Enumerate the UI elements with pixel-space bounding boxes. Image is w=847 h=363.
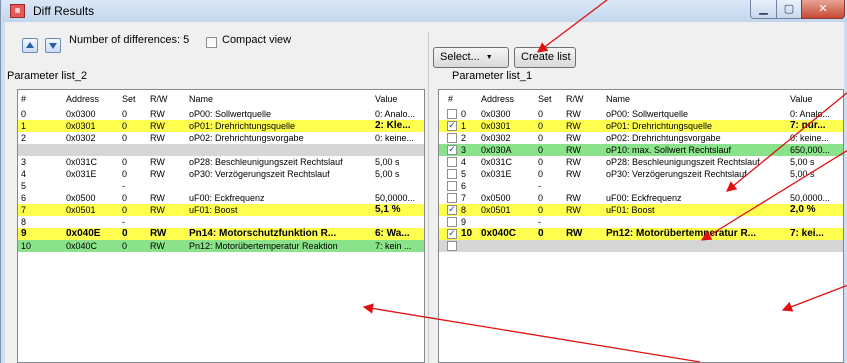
- arrow-to-gray-row-right: [781, 284, 847, 312]
- annotation-arrows: [362, 0, 847, 363]
- arrow-to-create-list: [536, 0, 608, 53]
- arrow-to-green-row-right: [725, 91, 847, 192]
- arrow-to-yellow-row-right: [700, 149, 847, 241]
- arrow-to-green-row-left: [362, 303, 701, 363]
